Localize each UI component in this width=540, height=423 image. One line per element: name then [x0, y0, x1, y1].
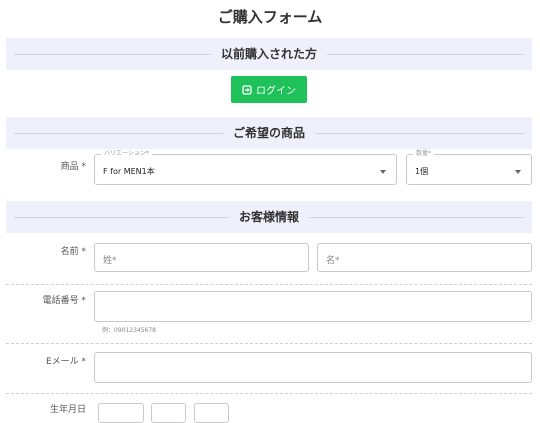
first-name-placeholder: 名* [326, 256, 340, 266]
quantity-select[interactable]: 数量* 1個 [406, 149, 532, 185]
product-label: 商品 * [60, 162, 86, 172]
birthday-label: 生年月日 [49, 405, 86, 415]
section-header-product: ご希望の商品 [6, 117, 532, 149]
section-title-previous: 以前購入された方 [210, 47, 327, 61]
first-name-input[interactable]: 名* [317, 243, 532, 272]
divider [6, 393, 532, 394]
section-title-customer: お客様情報 [228, 210, 309, 224]
divider [6, 343, 532, 344]
login-icon [242, 84, 252, 95]
page-title: ご購入フォーム [217, 8, 323, 26]
chevron-down-icon [380, 170, 386, 174]
variation-value: F for MEN1本 [103, 167, 155, 176]
chevron-down-icon [515, 170, 521, 174]
section-header-previous: 以前購入された方 [6, 38, 532, 70]
variation-legend: バリエーション* [101, 149, 152, 159]
name-label: 名前 * [60, 247, 86, 257]
email-input[interactable] [94, 352, 532, 383]
login-button[interactable]: ログイン [231, 76, 307, 103]
quantity-value: 1個 [415, 167, 429, 176]
login-label: ログイン [256, 86, 296, 97]
variation-select[interactable]: バリエーション* F for MEN1本 [94, 149, 397, 185]
section-header-customer: お客様情報 [6, 201, 532, 233]
birth-day-select[interactable] [194, 403, 229, 423]
quantity-legend: 数量* [413, 149, 435, 159]
phone-hint: 例：09012345678 [102, 327, 156, 334]
last-name-placeholder: 姓* [103, 256, 117, 266]
email-label: Eメール * [45, 357, 86, 367]
section-title-product: ご希望の商品 [222, 126, 315, 140]
phone-label: 電話番号 * [42, 296, 86, 306]
divider [6, 284, 532, 285]
birth-month-select[interactable] [151, 403, 186, 423]
phone-input[interactable] [94, 291, 532, 322]
last-name-input[interactable]: 姓* [94, 243, 309, 272]
birth-year-select[interactable] [98, 403, 144, 423]
